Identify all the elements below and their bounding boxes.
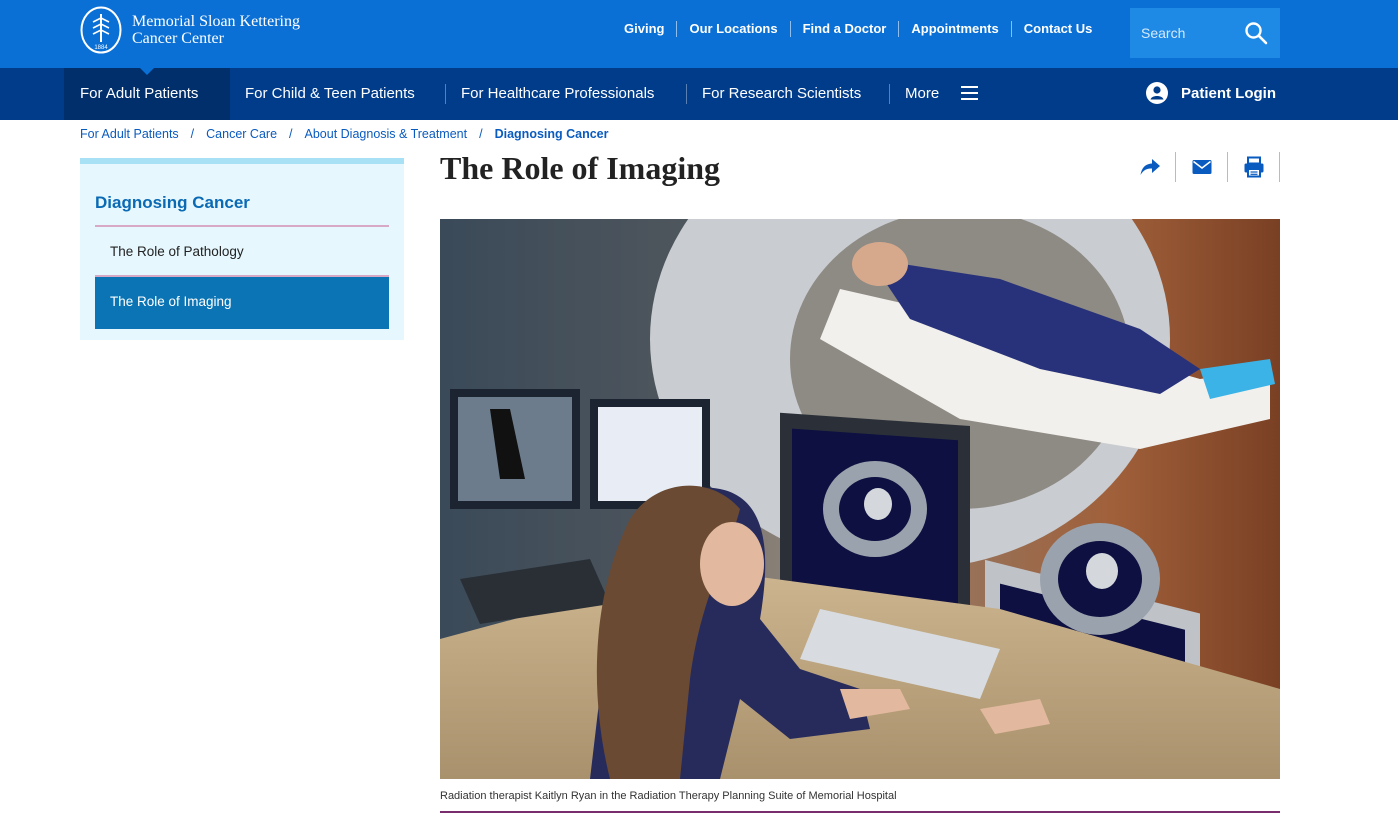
nav-separator <box>445 84 446 104</box>
nav-separator <box>889 84 890 104</box>
msk-logo-icon: 1884 <box>80 6 122 54</box>
search-input[interactable] <box>1141 25 1246 41</box>
utility-link-our-locations[interactable]: Our Locations <box>676 21 789 37</box>
nav-item-more[interactable]: More <box>905 68 939 120</box>
section-sidebar: Diagnosing Cancer The Role of Pathology … <box>80 158 404 340</box>
breadcrumb-separator: / <box>289 127 293 141</box>
breadcrumb-separator: / <box>190 127 195 141</box>
share-button[interactable] <box>1124 152 1176 182</box>
utility-link-find-a-doctor[interactable]: Find a Doctor <box>789 21 899 37</box>
nav-item-research-scientists[interactable]: For Research Scientists <box>702 68 861 120</box>
top-header: 1884 Memorial Sloan Kettering Cancer Cen… <box>0 0 1398 68</box>
print-icon <box>1244 156 1263 178</box>
print-button[interactable] <box>1228 152 1280 182</box>
patient-login-label: Patient Login <box>1181 84 1276 102</box>
logo-line-2: Cancer Center <box>132 30 224 47</box>
photo-caption: Radiation therapist Kaitlyn Ryan in the … <box>440 790 897 802</box>
email-button[interactable] <box>1176 152 1228 182</box>
user-icon <box>1146 82 1168 104</box>
logo-year: 1884 <box>94 45 108 51</box>
nav-separator <box>686 84 687 104</box>
breadcrumb: For Adult Patients / Cancer Care / About… <box>80 127 609 141</box>
nav-item-child-teen-patients[interactable]: For Child & Teen Patients <box>245 68 415 120</box>
logo-text: Memorial Sloan Kettering Cancer Center <box>132 13 300 47</box>
share-icon <box>1140 159 1160 175</box>
utility-link-contact-us[interactable]: Contact Us <box>1010 21 1105 37</box>
search-box <box>1130 8 1280 58</box>
nav-item-healthcare-professionals[interactable]: For Healthcare Professionals <box>461 68 654 120</box>
breadcrumb-link[interactable]: Cancer Care <box>206 127 277 141</box>
utility-link-appointments[interactable]: Appointments <box>898 21 1010 37</box>
logo-line-1: Memorial Sloan Kettering <box>132 13 300 30</box>
share-tools <box>1124 152 1280 182</box>
sidebar-item-pathology[interactable]: The Role of Pathology <box>95 227 389 277</box>
patient-login-button[interactable]: Patient Login <box>1146 82 1276 104</box>
utility-nav: Giving Our Locations Find a Doctor Appoi… <box>612 21 1104 37</box>
search-icon[interactable] <box>1244 21 1268 45</box>
email-icon <box>1192 160 1211 174</box>
breadcrumb-link[interactable]: For Adult Patients <box>80 127 179 141</box>
caption-divider <box>440 811 1280 813</box>
utility-link-giving[interactable]: Giving <box>612 21 676 37</box>
msk-logo[interactable]: 1884 Memorial Sloan Kettering Cancer Cen… <box>80 6 300 54</box>
nav-item-adult-patients[interactable]: For Adult Patients <box>64 68 230 120</box>
menu-icon[interactable] <box>961 86 978 100</box>
sidebar-item-imaging[interactable]: The Role of Imaging <box>95 277 389 329</box>
page-title: The Role of Imaging <box>440 150 720 186</box>
breadcrumb-link[interactable]: About Diagnosis & Treatment <box>305 127 468 141</box>
main-nav: For Adult Patients For Child & Teen Pati… <box>0 68 1398 120</box>
breadcrumb-separator: / <box>479 127 483 141</box>
breadcrumb-current[interactable]: Diagnosing Cancer <box>495 127 609 141</box>
hero-photo <box>440 219 1280 779</box>
sidebar-title[interactable]: Diagnosing Cancer <box>95 193 250 213</box>
